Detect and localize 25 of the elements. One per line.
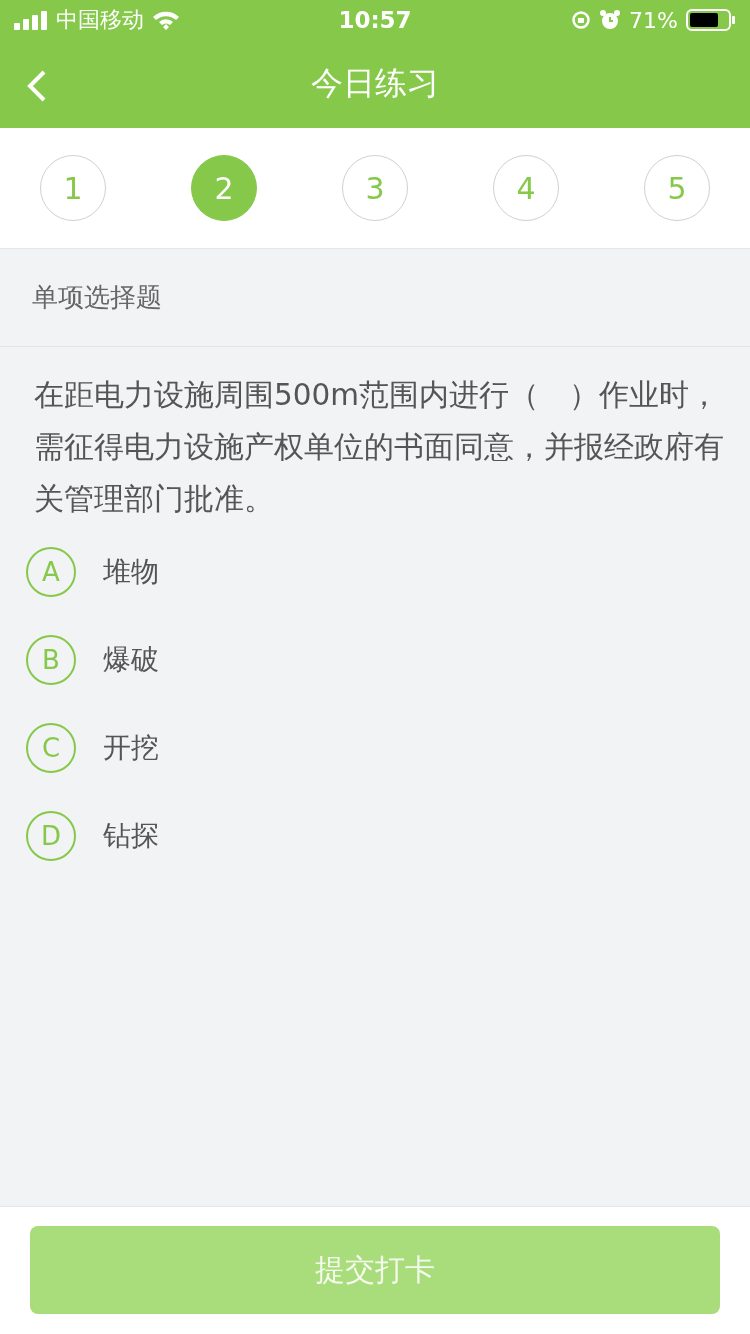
wifi-icon [152,10,180,30]
question-text: 在距电力设施周围500m范围内进行（ ）作业时，需征得电力设施产权单位的书面同意，并报经政府有关管理部门批准。 [34,377,725,518]
alarm-icon [599,9,622,31]
option-text[interactable]: 钻探 [103,817,159,855]
carrier-name: 中国移动 [56,6,144,34]
option-text[interactable]: 爆破 [103,641,159,679]
back-icon [26,70,48,102]
question-number[interactable]: 5 [644,155,710,221]
question-number[interactable]: 3 [342,155,408,221]
status-time: 10:57 [338,7,412,33]
battery-percent: 71% [629,7,678,33]
option-text[interactable]: 堆物 [103,553,159,591]
question-number[interactable]: 1 [40,155,106,221]
page-title: 今日练习 [311,63,439,104]
rotation-lock-icon [571,10,592,30]
option-letter[interactable]: B [26,635,76,685]
option-text[interactable]: 开挖 [103,729,159,767]
signal-icon [14,10,48,30]
battery-icon [686,9,736,31]
option-letter[interactable]: A [26,547,76,597]
question-type: 单项选择题 [32,281,162,314]
question-number[interactable]: 4 [493,155,559,221]
question-number[interactable]: 2 [191,155,257,221]
option-letter[interactable]: C [26,723,76,773]
option-letter[interactable]: D [26,811,76,861]
